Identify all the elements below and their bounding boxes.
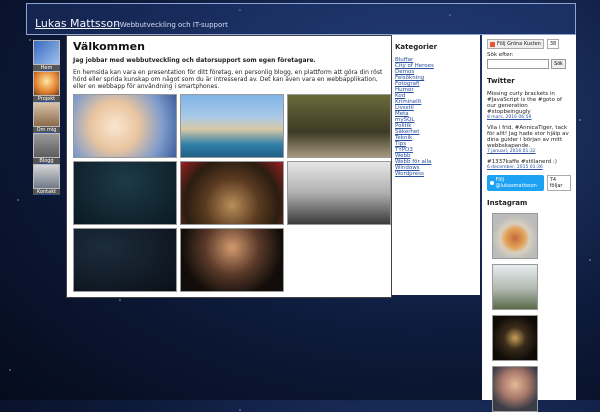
nav-item-blogg[interactable]: Blogg	[33, 133, 60, 164]
tweet-text: Missing curly brackets in #JavaScript is…	[487, 91, 562, 115]
sidebar: Följ Gröna Kusten 38 Sök efter: Sök Twit…	[482, 35, 576, 412]
site-title[interactable]: Lukas Mattsson	[35, 17, 120, 30]
tweet-date[interactable]: 8 mars, 2016 06:59	[487, 115, 571, 121]
follow-count: 38	[546, 39, 560, 49]
main-content: Välkommen Jag jobbar med webbutveckling …	[66, 35, 392, 298]
nav-item-hem[interactable]: Hem	[33, 40, 60, 71]
blog-icon	[33, 133, 60, 158]
home-icon	[33, 40, 60, 65]
category-item: Wordpress	[395, 171, 477, 177]
twitter-follow-widget: Följ @lukasmattsson 74 följar	[487, 175, 571, 191]
follow-label: Följ Gröna Kusten	[497, 41, 541, 47]
follow-icon	[490, 41, 495, 47]
nav-label: Kontakt	[33, 189, 60, 195]
gallery-photo[interactable]	[180, 161, 284, 225]
tweet: #1337kaffe #stillanerd :) 6 december, 20…	[487, 159, 571, 171]
site-header: Lukas Mattsson - Webbutveckling och IT-s…	[26, 3, 576, 35]
gallery-photo[interactable]	[73, 161, 177, 225]
tweet-text: Vila i frid, #AnnicaTiger, tack för allt…	[487, 125, 569, 149]
main-nav: Hem Projekt Om mig Blogg Kontakt	[33, 40, 60, 195]
instagram-photo[interactable]	[492, 366, 538, 412]
intro-text: En hemsida kan vara en presentation för …	[73, 69, 383, 90]
photo-gallery	[73, 94, 391, 292]
tweet-date[interactable]: 6 december, 2015 01:36	[487, 165, 571, 171]
nav-item-kontakt[interactable]: Kontakt	[33, 164, 60, 195]
categories-title: Kategorier	[395, 43, 438, 51]
tweet-date[interactable]: 7 januari, 2016 01:32	[487, 149, 571, 155]
tweet: Missing curly brackets in #JavaScript is…	[487, 91, 571, 121]
twitter-title: Twitter	[487, 77, 515, 85]
category-link[interactable]: Wordpress	[395, 171, 424, 177]
twitter-follower-count: 74 följar	[546, 175, 571, 191]
categories-panel: Kategorier Bluffar City of Heroes Demos Fel…	[392, 35, 480, 295]
gallery-photo[interactable]	[180, 228, 284, 292]
lead-text: Jag jobbar med webbutveckling och dators…	[73, 57, 316, 64]
nav-item-om-mig[interactable]: Om mig	[33, 102, 60, 133]
project-icon	[33, 71, 60, 96]
follow-button[interactable]: Följ Gröna Kusten	[487, 39, 544, 49]
gallery-photo[interactable]	[287, 94, 391, 158]
search-form: Sök	[487, 59, 571, 69]
search-label: Sök efter:	[487, 52, 514, 58]
instagram-photo[interactable]	[492, 264, 538, 310]
search-button[interactable]: Sök	[551, 59, 566, 69]
page-title: Välkommen	[73, 40, 145, 53]
site-tagline: - Webbutveckling och IT-support	[115, 21, 228, 29]
gallery-photo[interactable]	[73, 228, 177, 292]
instagram-photo[interactable]	[492, 315, 538, 361]
twitter-follow-button[interactable]: Följ @lukasmattsson	[487, 175, 544, 191]
category-list: Bluffar City of Heroes Demos Felsökning Foto…	[395, 57, 477, 177]
gallery-photo[interactable]	[287, 161, 391, 225]
twitter-follow-label: Följ @lukasmattsson	[495, 177, 537, 189]
nav-item-projekt[interactable]: Projekt	[33, 71, 60, 102]
twitter-bird-icon	[490, 181, 494, 185]
tweet: Vila i frid, #AnnicaTiger, tack för allt…	[487, 125, 571, 155]
instagram-photo[interactable]	[492, 213, 538, 259]
gallery-photo[interactable]	[73, 94, 177, 158]
instagram-title: Instagram	[487, 199, 528, 207]
gallery-photo[interactable]	[180, 94, 284, 158]
contact-icon	[33, 164, 60, 189]
search-input[interactable]	[487, 59, 549, 69]
follow-widget: Följ Gröna Kusten 38	[487, 39, 571, 49]
about-icon	[33, 102, 60, 127]
